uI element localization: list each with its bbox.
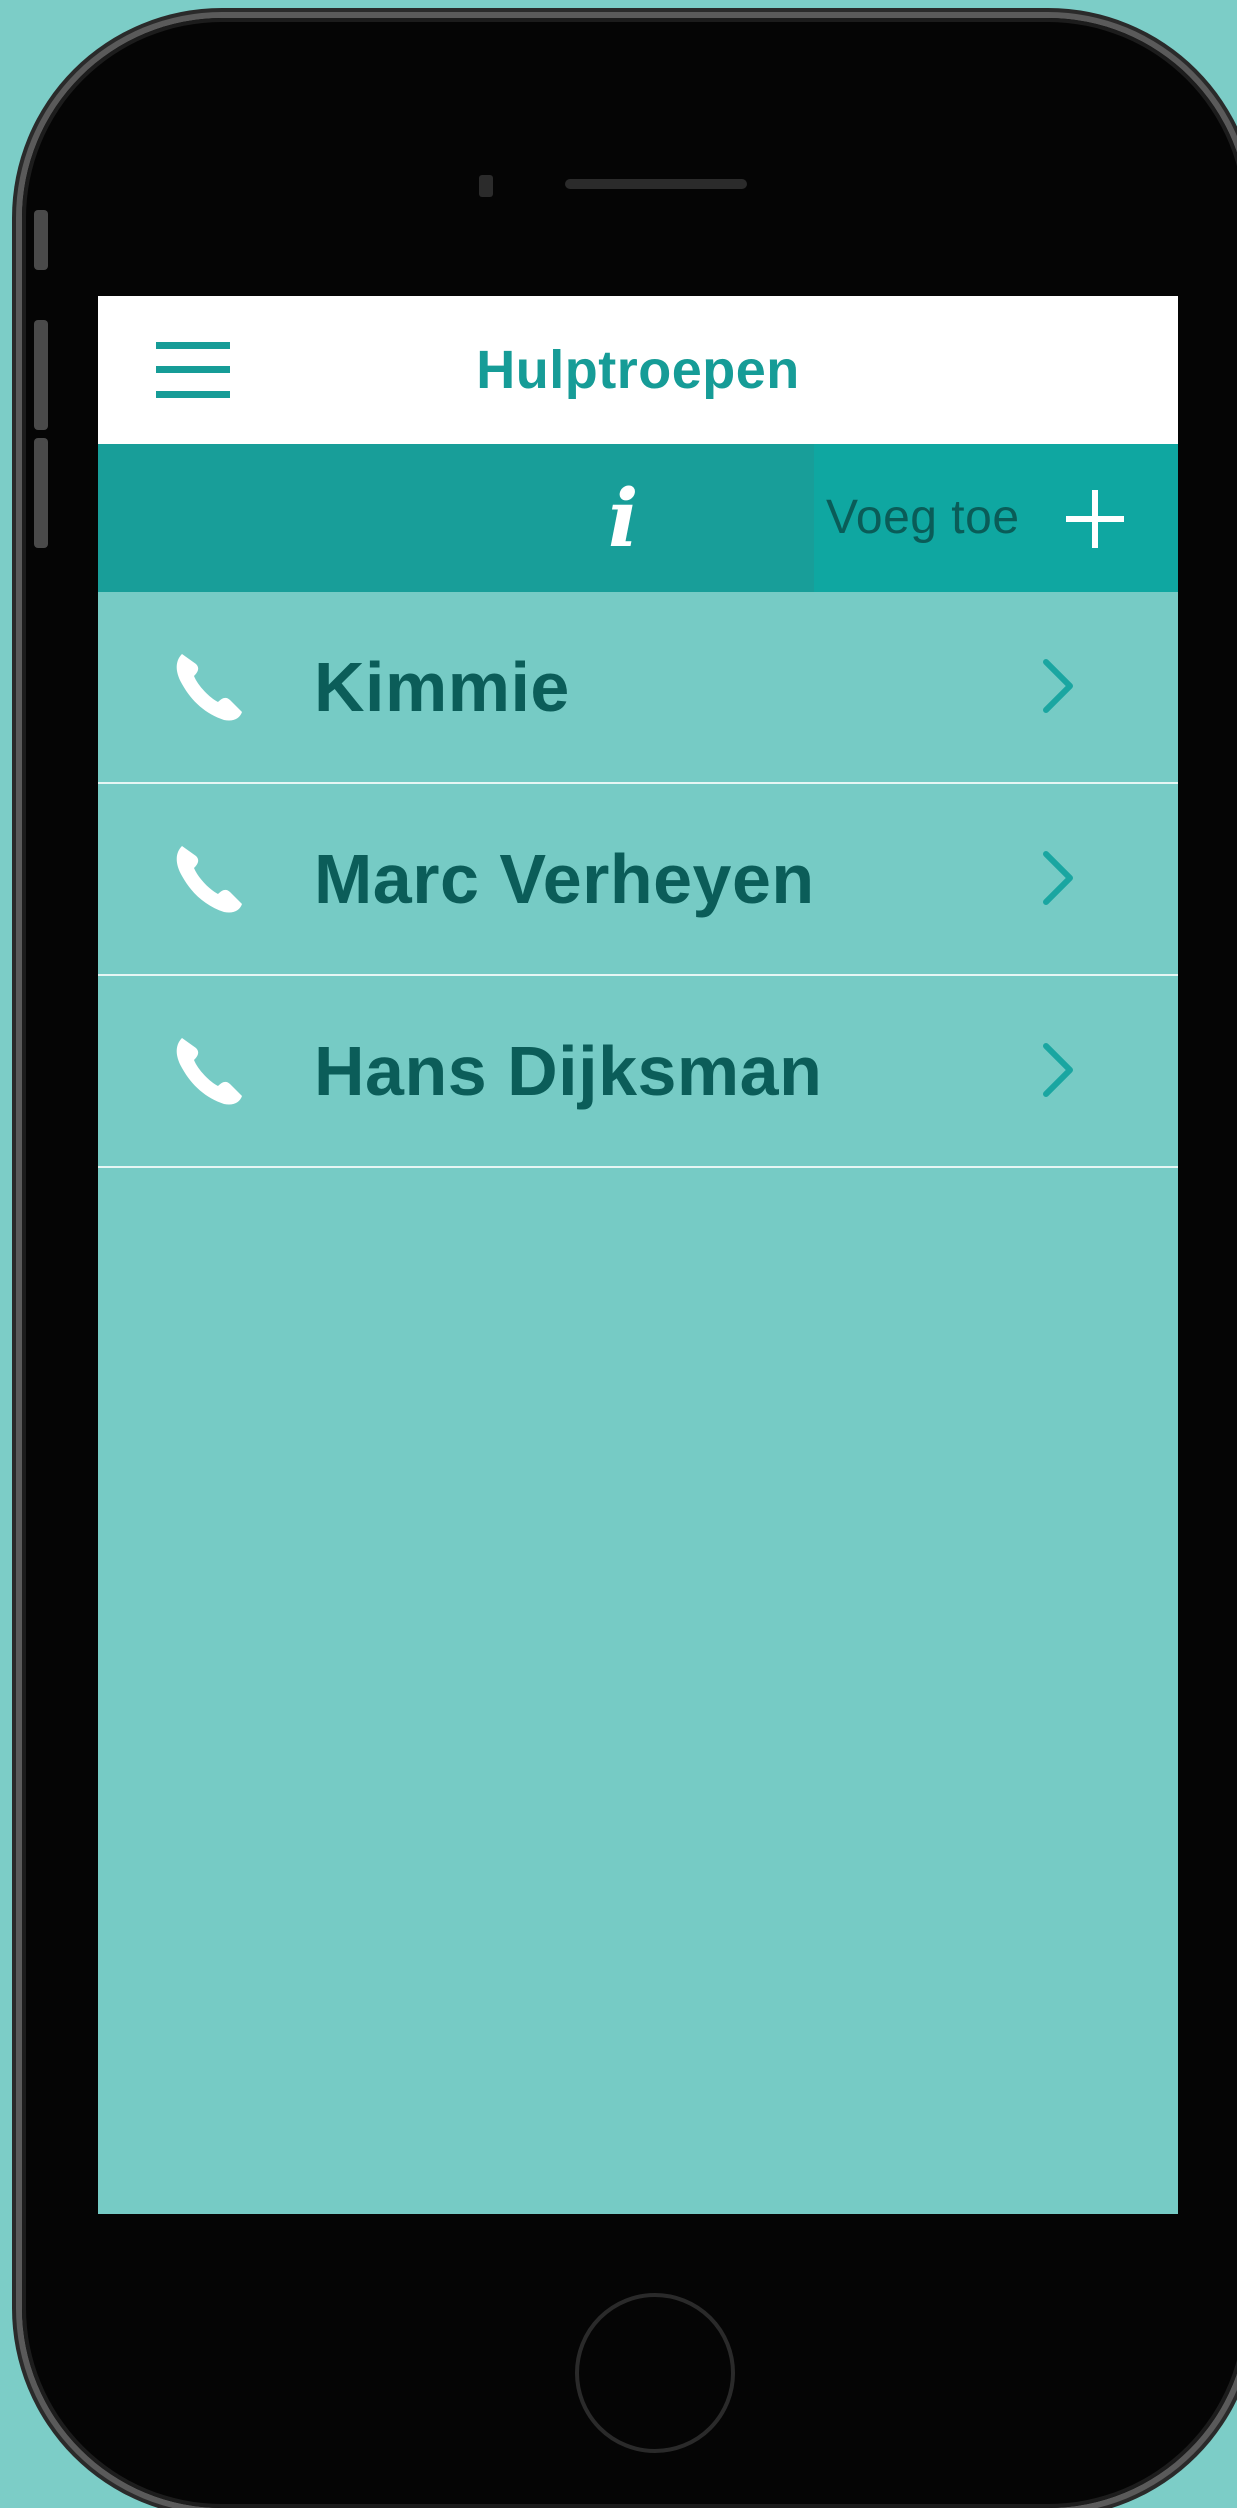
action-toolbar: i Voeg toe — [98, 444, 1178, 592]
volume-up-button — [34, 320, 48, 430]
page-title: Hulptroepen — [476, 340, 800, 400]
contact-name: Hans Dijksman — [314, 1032, 823, 1110]
app-header: Hulptroepen — [98, 296, 1178, 444]
add-contact-button[interactable]: Voeg toe — [814, 444, 1178, 592]
list-item[interactable]: Kimmie — [98, 592, 1178, 784]
phone-icon — [176, 654, 242, 721]
chevron-right-icon — [1043, 851, 1073, 905]
mute-switch — [34, 210, 48, 270]
volume-down-button — [34, 438, 48, 548]
chevron-right-icon — [1043, 1043, 1073, 1097]
contacts-list: Kimmie Marc Verheyen Hans Dijksman — [98, 592, 1178, 1168]
list-item[interactable]: Marc Verheyen — [98, 784, 1178, 976]
phone-icon — [176, 846, 242, 913]
plus-icon — [1066, 490, 1124, 548]
contact-name: Marc Verheyen — [314, 840, 815, 918]
earpiece-speaker — [565, 179, 747, 189]
chevron-right-icon — [1043, 659, 1073, 713]
phone-icon — [176, 1038, 242, 1105]
info-button[interactable]: i — [98, 444, 814, 592]
contact-name: Kimmie — [314, 648, 570, 726]
list-item[interactable]: Hans Dijksman — [98, 976, 1178, 1168]
front-camera — [479, 175, 493, 197]
app-screen: Hulptroepen i Voeg toe Kimmie Marc Verhe… — [98, 296, 1178, 2214]
hamburger-menu-icon[interactable] — [156, 342, 230, 398]
home-button[interactable] — [575, 2293, 735, 2453]
info-icon: i — [608, 471, 639, 565]
add-contact-label: Voeg toe — [826, 491, 1020, 544]
